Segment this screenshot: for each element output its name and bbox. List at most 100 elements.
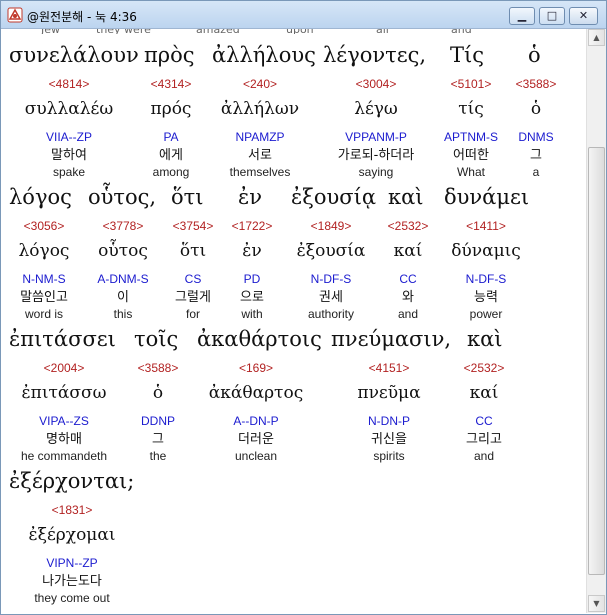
korean-gloss: 그	[152, 432, 164, 447]
parsing-code: CC	[475, 414, 493, 428]
english-gloss: themselves	[229, 165, 291, 179]
english-gloss: word is	[24, 307, 63, 321]
english-gloss: this	[113, 307, 133, 321]
english-gloss: spake	[52, 165, 86, 179]
scroll-up-button[interactable]: ▲	[588, 29, 605, 46]
close-button[interactable]: ✕	[569, 7, 598, 25]
word-analysis[interactable]: <1722> ἐν PD 으로 with	[232, 218, 273, 322]
greek-word: ἀλλήλους	[212, 43, 316, 67]
strong-number[interactable]: <2532>	[388, 218, 429, 234]
strong-number[interactable]: <4814>	[25, 76, 113, 92]
strong-number[interactable]: <3056>	[19, 218, 70, 234]
greek-word: ἐξουσίᾳ	[291, 185, 376, 209]
strong-number[interactable]: <3004>	[338, 76, 414, 92]
maximize-button[interactable]: □	[539, 7, 565, 25]
word-analysis[interactable]: <3588> ὁ DDNP 그 the	[138, 360, 179, 464]
vertical-scrollbar[interactable]: ▲ ▼	[586, 29, 606, 613]
strong-number[interactable]: <4314>	[151, 76, 192, 92]
window-title: @원전분해 - 눅 4:36	[27, 10, 137, 24]
korean-gloss: 가로되-하더라	[337, 148, 415, 163]
word-analysis[interactable]: <2532> καί CC 그리고 and	[464, 360, 505, 464]
english-gloss: power	[469, 307, 503, 321]
korean-gloss: 그	[530, 148, 542, 163]
greek-word: ἐπιτάσσει	[9, 327, 116, 351]
cut-text: upon	[286, 29, 314, 34]
lemma: πνεῦμα	[357, 383, 421, 403]
parsing-code: PA	[163, 130, 179, 144]
parsing-code: A-DNM-S	[97, 272, 149, 286]
app-window: @원전분해 - 눅 4:36 ▁ □ ✕ Jew they were amaze…	[0, 0, 607, 615]
korean-gloss: 그리고	[466, 432, 502, 447]
korean-gloss: 와	[402, 290, 414, 305]
strong-number[interactable]: <240>	[221, 76, 299, 92]
word-analysis[interactable]: <4314> πρός PA 에게 among	[151, 76, 192, 180]
app-icon	[7, 7, 23, 23]
strong-number[interactable]: <3778>	[97, 218, 148, 234]
word-analysis[interactable]: <3588> ὁ DNMS 그 a	[516, 76, 557, 180]
strong-number[interactable]: <4151>	[357, 360, 420, 376]
korean-gloss: 어떠한	[453, 148, 489, 163]
korean-gloss: 능력	[474, 290, 498, 305]
korean-gloss: 더러운	[238, 432, 274, 447]
word-analysis[interactable]: <5101> τίς APTNM-S 어떠한 What	[444, 76, 498, 180]
scrollbar-thumb[interactable]	[588, 147, 605, 575]
word-analysis[interactable]: <1849> ἐξουσία N-DF-S 권세 authority	[297, 218, 366, 322]
title-bar[interactable]: @원전분해 - 눅 4:36 ▁ □ ✕	[1, 1, 606, 29]
word-analysis[interactable]: <3778> οὗτος A-DNM-S 이 this	[97, 218, 148, 322]
strong-number[interactable]: <3588>	[516, 76, 557, 92]
greek-word: ἀκαθάρτοις	[197, 327, 322, 351]
lemma: ἀκάθαρτος	[208, 383, 304, 403]
strong-number[interactable]: <3754>	[173, 218, 214, 234]
minimize-button[interactable]: ▁	[509, 7, 535, 25]
lemma: ἐξουσία	[296, 241, 366, 261]
word-analysis[interactable]: <3754> ὅτι CS 그럴게 for	[173, 218, 214, 322]
word-analysis[interactable]: <169> ἀκάθαρτος A--DN-P 더러운 unclean	[209, 360, 303, 464]
strong-number[interactable]: <1722>	[232, 218, 273, 234]
greek-word: ὁ	[528, 43, 541, 67]
greek-word: ἐν	[238, 185, 263, 209]
parsing-code: N-DN-P	[368, 414, 410, 428]
english-gloss: authority	[307, 307, 355, 321]
korean-gloss: 서로	[248, 148, 272, 163]
word-analysis[interactable]: <4151> πνεῦμα N-DN-P 귀신을 spirits	[357, 360, 420, 464]
english-gloss: among	[152, 165, 190, 179]
lemma: ὁ	[152, 383, 164, 403]
word-analysis[interactable]: <2004> ἐπιτάσσω VIPA--ZS 명하매 he commande…	[21, 360, 107, 464]
word-analysis[interactable]: <1831> ἐξέρχομαι VIPN--ZP 나가는도다 they com…	[28, 502, 115, 606]
scroll-down-button[interactable]: ▼	[588, 595, 605, 612]
word-analysis[interactable]: <3056> λόγος N-NM-S 말씀인고 word is	[19, 218, 70, 322]
analysis-view: Jew they were amazed upon all and συνελά…	[1, 29, 585, 613]
strong-number[interactable]: <169>	[209, 360, 303, 376]
korean-gloss: 나가는도다	[42, 574, 102, 589]
greek-word: λέγοντες,	[323, 43, 427, 67]
word-analysis[interactable]: <3004> λέγω VPPANM-P 가로되-하더라 saying	[338, 76, 414, 180]
english-gloss: unclean	[234, 449, 278, 463]
word-analysis[interactable]: <4814> συλλαλέω VIIA--ZP 말하여 spake	[25, 76, 113, 180]
lemma: λόγος	[18, 241, 70, 261]
parsing-code: NPAMZP	[235, 130, 285, 144]
strong-number[interactable]: <3588>	[138, 360, 179, 376]
korean-gloss: 권세	[319, 290, 343, 305]
word-analysis[interactable]: <1411> δύναμις N-DF-S 능력 power	[451, 218, 521, 322]
lemma: ὅτι	[179, 241, 207, 261]
strong-number[interactable]: <1849>	[297, 218, 366, 234]
greek-word: τοῖς	[134, 327, 179, 351]
english-gloss: a	[532, 165, 540, 179]
strong-number[interactable]: <1831>	[28, 502, 115, 518]
greek-word: Τίς	[450, 43, 485, 67]
english-gloss: the	[149, 449, 167, 463]
parsing-code: VIPA--ZS	[39, 414, 89, 428]
strong-number[interactable]: <1411>	[451, 218, 521, 234]
cut-text: and	[451, 29, 472, 34]
word-analysis[interactable]: <240> ἀλλήλων NPAMZP 서로 themselves	[221, 76, 299, 180]
strong-number[interactable]: <5101>	[444, 76, 498, 92]
strong-number[interactable]: <2004>	[21, 360, 107, 376]
korean-gloss: 이	[117, 290, 129, 305]
strong-number[interactable]: <2532>	[464, 360, 505, 376]
english-gloss: saying	[358, 165, 394, 179]
parsing-code: VPPANM-P	[345, 130, 407, 144]
korean-gloss: 에게	[159, 148, 183, 163]
cut-text: Jew	[41, 29, 60, 34]
lemma: δύναμις	[451, 241, 521, 261]
word-analysis[interactable]: <2532> καί CC 와 and	[388, 218, 429, 322]
